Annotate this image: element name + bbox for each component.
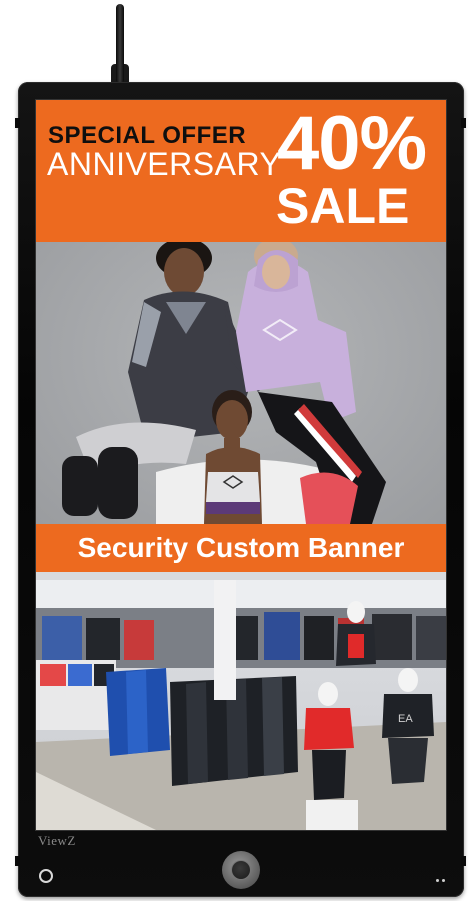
models-illustration [62, 242, 386, 524]
store-photo: EA [36, 572, 446, 830]
bezel-clip [15, 856, 20, 866]
security-banner: Security Custom Banner [36, 524, 446, 572]
antenna-icon [116, 4, 124, 82]
home-button-icon[interactable] [222, 851, 260, 889]
brand-logo: ViewZ [38, 833, 76, 848]
offer-banner: SPECIAL OFFER ANNIVERSARY 40% SALE [36, 100, 446, 242]
security-banner-text: Security Custom Banner [77, 532, 405, 563]
bezel-clip [461, 118, 466, 128]
display-screen: SPECIAL OFFER ANNIVERSARY 40% SALE Secur… [35, 99, 447, 831]
store-illustration: EA [36, 572, 446, 830]
store-shirt-print: EA [398, 713, 413, 725]
bezel-clip [461, 856, 466, 866]
offer-percent: 40% [277, 101, 427, 186]
camera-icon [39, 869, 53, 883]
models-photo [36, 242, 446, 524]
status-dots-icon [436, 879, 448, 883]
bezel-clip [15, 118, 20, 128]
offer-sale: SALE [276, 178, 410, 234]
signage-mockup: SPECIAL OFFER ANNIVERSARY 40% SALE Secur… [0, 0, 469, 901]
offer-line-anniversary: ANNIVERSARY [47, 146, 282, 182]
